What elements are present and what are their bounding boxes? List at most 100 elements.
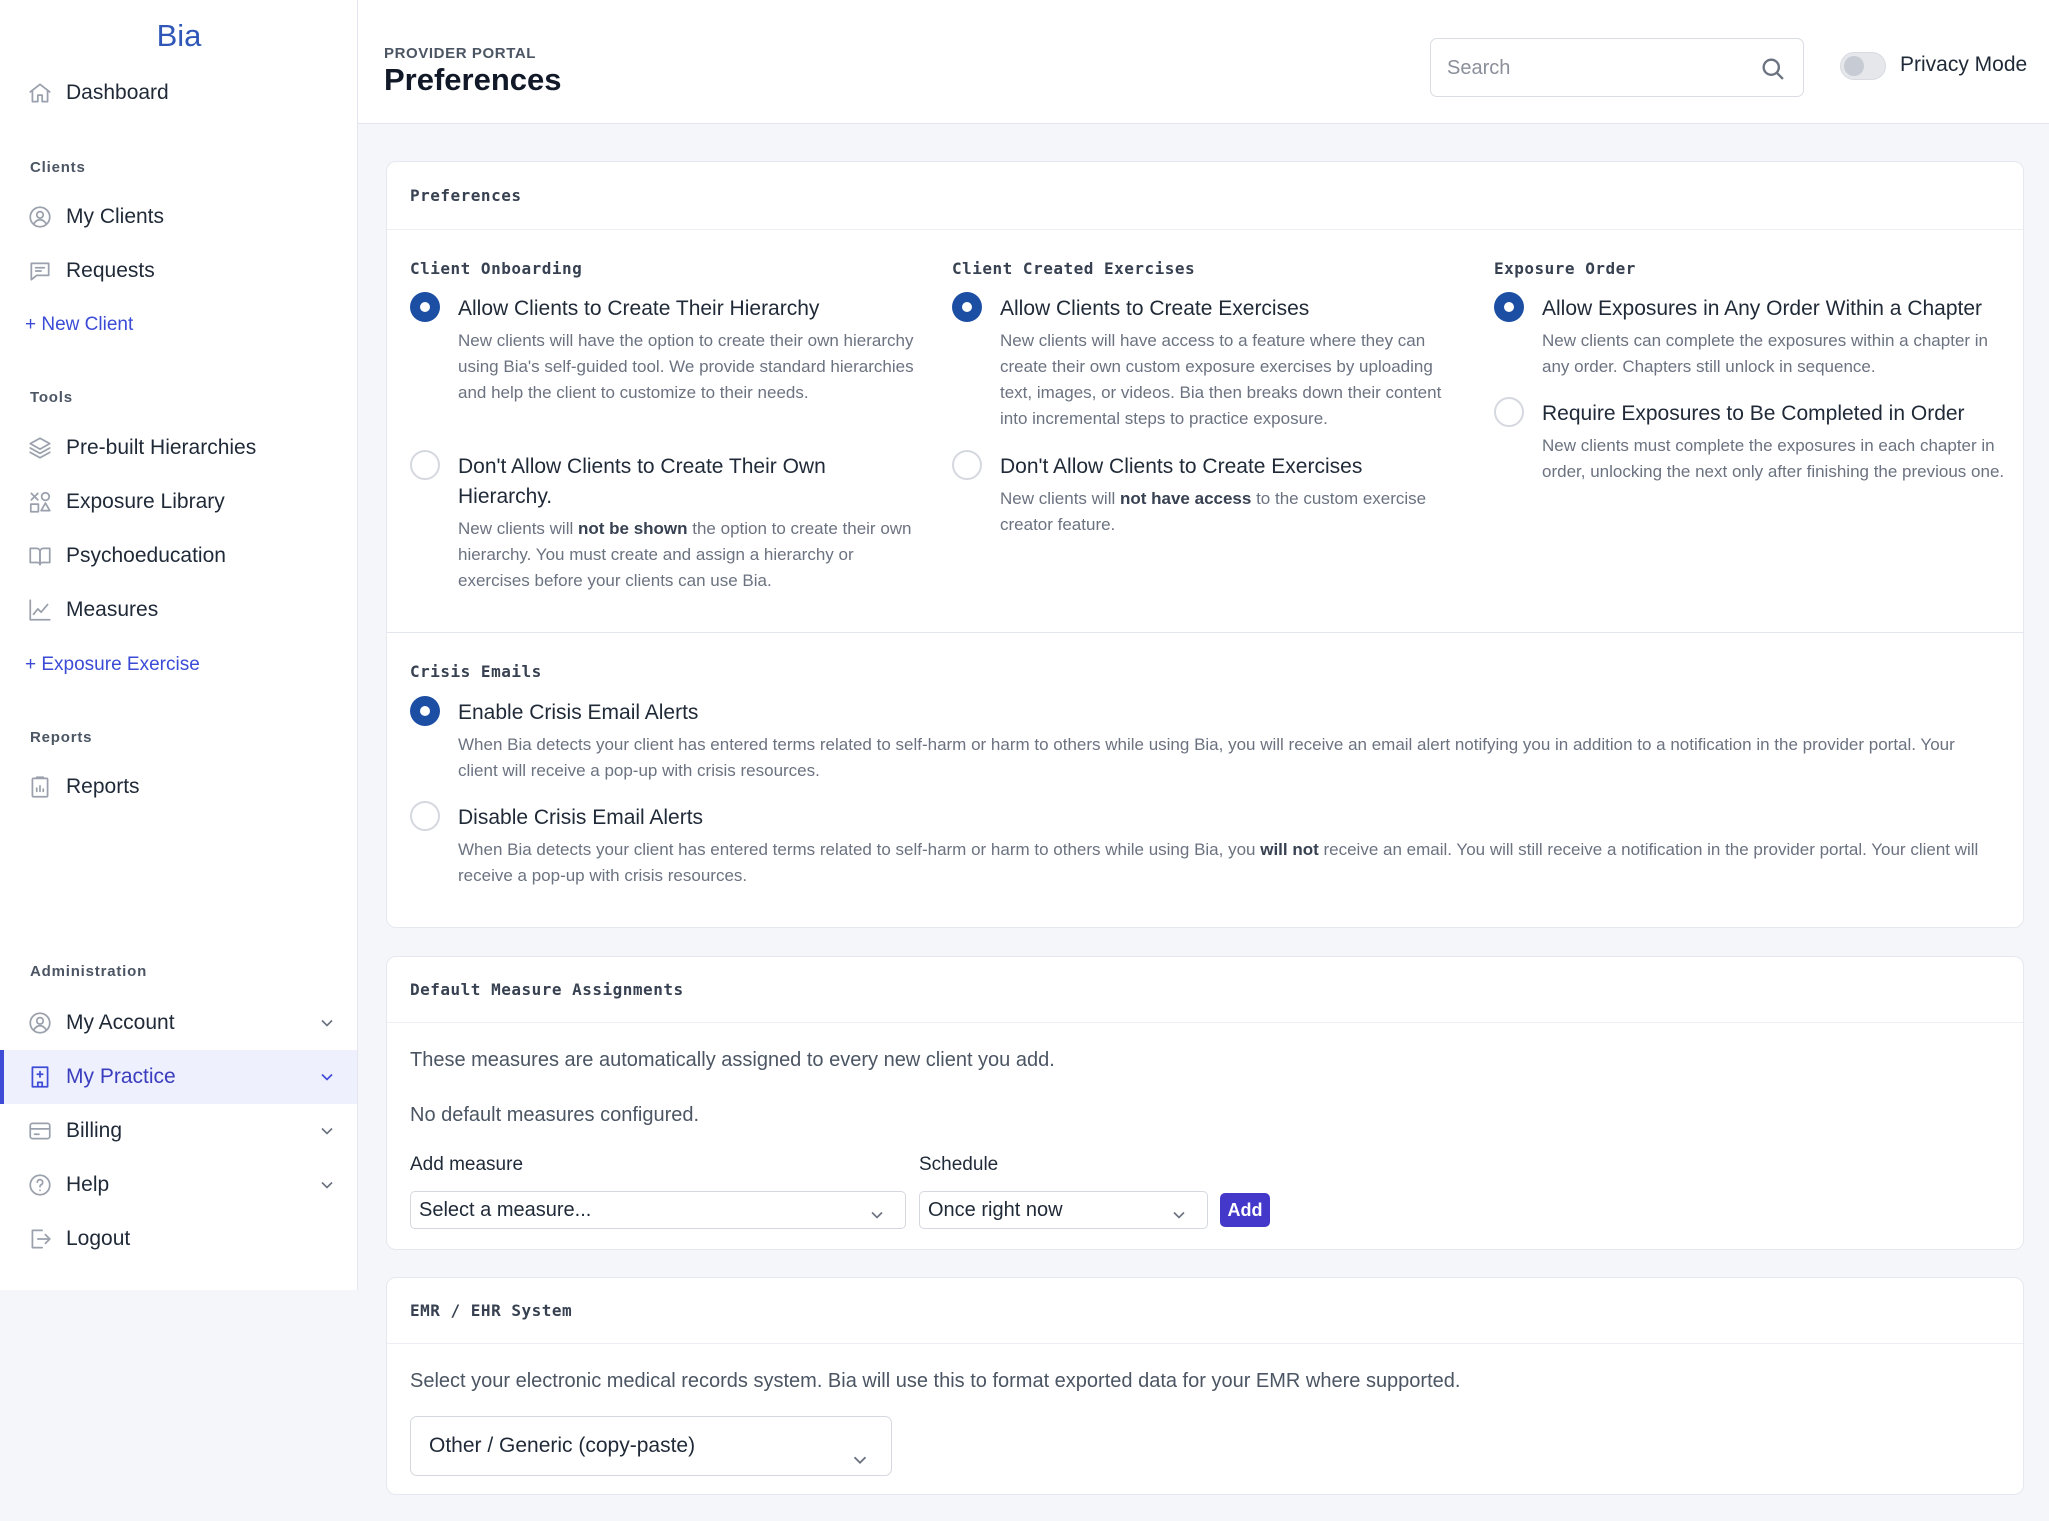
option-enable-crisis-alerts[interactable]: Enable Crisis Email Alerts When Bia dete… — [410, 696, 2000, 786]
chevron-down-icon[interactable] — [317, 1121, 337, 1141]
radio-unselected[interactable] — [410, 801, 440, 831]
sidebar-item-label: Psychoeducation — [66, 544, 226, 567]
sidebar-item-label: Pre-built Hierarchies — [66, 436, 257, 459]
preferences-card: Preferences Client Onboarding Allow Clie… — [386, 161, 2024, 928]
option-disallow-hierarchy[interactable]: Don't Allow Clients to Create Their Own … — [410, 450, 920, 610]
sidebar-item-label: Help — [66, 1173, 110, 1196]
option-description: New clients will not be shown the option… — [458, 516, 920, 594]
group-title-crisis-emails: Crisis Emails — [410, 662, 542, 681]
option-description: New clients will have the option to crea… — [458, 331, 914, 402]
option-any-order[interactable]: Allow Exposures in Any Order Within a Ch… — [1494, 292, 2004, 382]
option-label: Allow Exposures in Any Order Within a Ch… — [1542, 297, 1983, 320]
search-icon[interactable] — [1759, 55, 1787, 83]
radio-unselected[interactable] — [1494, 397, 1524, 427]
option-label: Enable Crisis Email Alerts — [458, 701, 699, 724]
privacy-mode-toggle[interactable] — [1840, 52, 1886, 80]
message-icon — [26, 257, 54, 285]
chevron-down-icon — [849, 1436, 871, 1465]
option-description: New clients must complete the exposures … — [1542, 436, 2005, 481]
measures-intro: These measures are automatically assigne… — [410, 1049, 1055, 1071]
schedule-select-value: Once right now — [928, 1199, 1063, 1221]
top-header: PROVIDER PORTAL Preferences Privacy Mode — [358, 0, 2049, 124]
radio-unselected[interactable] — [410, 450, 440, 480]
option-allow-hierarchy[interactable]: Allow Clients to Create Their Hierarchy … — [410, 292, 920, 432]
group-title-client-onboarding: Client Onboarding — [410, 259, 583, 278]
brand-logo[interactable]: Bia — [0, 18, 358, 54]
sidebar-item-label: Dashboard — [66, 81, 169, 104]
sidebar-item-label: Billing — [66, 1119, 123, 1142]
portal-label: PROVIDER PORTAL — [384, 45, 537, 62]
credit-card-icon — [26, 1117, 54, 1145]
sidebar-item-dashboard[interactable]: Dashboard — [0, 66, 357, 120]
sidebar-item-label: Logout — [66, 1227, 131, 1250]
option-label: Don't Allow Clients to Create Exercises — [1000, 455, 1363, 478]
option-label: Allow Clients to Create Exercises — [1000, 297, 1310, 320]
user-circle-icon — [26, 203, 54, 231]
sidebar-item-exposure-library[interactable]: Exposure Library — [0, 475, 357, 529]
radio-selected[interactable] — [1494, 292, 1524, 322]
schedule-select[interactable]: Once right now — [919, 1191, 1208, 1229]
section-label-tools: Tools — [30, 389, 73, 406]
toggle-knob — [1844, 56, 1864, 76]
clipboard-icon — [26, 773, 54, 801]
desc-emphasis: not have access — [1119, 489, 1252, 508]
radio-selected[interactable] — [410, 292, 440, 322]
radio-unselected[interactable] — [952, 450, 982, 480]
home-icon — [26, 79, 54, 107]
desc-text: New clients will — [458, 519, 578, 538]
radio-selected[interactable] — [410, 696, 440, 726]
chevron-down-icon — [1169, 1201, 1189, 1221]
new-client-link[interactable]: + New Client — [25, 314, 133, 336]
sidebar-item-label: My Clients — [66, 205, 165, 228]
emr-intro: Select your electronic medical records s… — [410, 1370, 1461, 1392]
emr-select-value: Other / Generic (copy-paste) — [429, 1434, 696, 1457]
schedule-label: Schedule — [919, 1154, 999, 1175]
card-header: EMR / EHR System — [387, 1278, 2023, 1344]
section-label-clients: Clients — [30, 159, 86, 176]
card-title: EMR / EHR System — [410, 1301, 573, 1320]
option-label: Don't Allow Clients to Create Their Own … — [458, 455, 826, 508]
sidebar-item-psychoeducation[interactable]: Psychoeducation — [0, 529, 357, 583]
measure-select-value: Select a measure... — [419, 1199, 592, 1221]
chevron-down-icon[interactable] — [317, 1013, 337, 1033]
user-circle-icon — [26, 1009, 54, 1037]
group-title-client-exercises: Client Created Exercises — [952, 259, 1196, 278]
sidebar-item-label: My Practice — [66, 1065, 176, 1088]
sidebar-item-prebuilt-hierarchies[interactable]: Pre-built Hierarchies — [0, 421, 357, 475]
sidebar-item-label: Reports — [66, 775, 140, 798]
new-exposure-exercise-link[interactable]: + Exposure Exercise — [25, 654, 200, 676]
help-circle-icon — [26, 1171, 54, 1199]
sidebar-item-label: Exposure Library — [66, 490, 225, 513]
sidebar-item-my-practice[interactable]: My Practice — [0, 1050, 357, 1104]
option-description: When Bia detects your client has entered… — [458, 735, 1955, 780]
sidebar-item-logout[interactable]: Logout — [0, 1212, 357, 1266]
option-label: Require Exposures to Be Completed in Ord… — [1542, 402, 1965, 425]
page-title: Preferences — [384, 62, 562, 97]
option-disallow-exercises[interactable]: Don't Allow Clients to Create Exercises … — [952, 450, 1462, 550]
sidebar-item-label: My Account — [66, 1011, 175, 1034]
option-description: New clients will not have access to the … — [1000, 486, 1462, 538]
chevron-down-icon[interactable] — [317, 1175, 337, 1195]
option-require-order[interactable]: Require Exposures to Be Completed in Ord… — [1494, 397, 2004, 517]
sidebar-item-requests[interactable]: Requests — [0, 244, 357, 298]
measure-select[interactable]: Select a measure... — [410, 1191, 906, 1229]
chevron-down-icon[interactable] — [317, 1067, 337, 1087]
radio-selected[interactable] — [952, 292, 982, 322]
sidebar-item-help[interactable]: Help — [0, 1158, 357, 1212]
option-description: New clients will have access to a featur… — [1000, 331, 1442, 428]
sidebar-item-my-clients[interactable]: My Clients — [0, 190, 357, 244]
option-disable-crisis-alerts[interactable]: Disable Crisis Email Alerts When Bia det… — [410, 801, 2000, 891]
search-input[interactable] — [1447, 51, 1747, 85]
card-header: Default Measure Assignments — [387, 957, 2023, 1023]
card-header: Preferences — [387, 162, 2023, 230]
emr-select[interactable]: Other / Generic (copy-paste) — [410, 1416, 892, 1476]
sidebar: Bia Dashboard Clients My Clients Request… — [0, 0, 358, 1290]
sidebar-item-measures[interactable]: Measures — [0, 583, 357, 637]
sidebar-item-my-account[interactable]: My Account — [0, 996, 357, 1050]
add-measure-button[interactable]: Add — [1220, 1193, 1270, 1227]
sidebar-item-reports[interactable]: Reports — [0, 760, 357, 814]
option-allow-exercises[interactable]: Allow Clients to Create Exercises New cl… — [952, 292, 1462, 432]
search-box[interactable] — [1430, 38, 1804, 97]
desc-emphasis: will not — [1260, 840, 1319, 859]
sidebar-item-billing[interactable]: Billing — [0, 1104, 357, 1158]
